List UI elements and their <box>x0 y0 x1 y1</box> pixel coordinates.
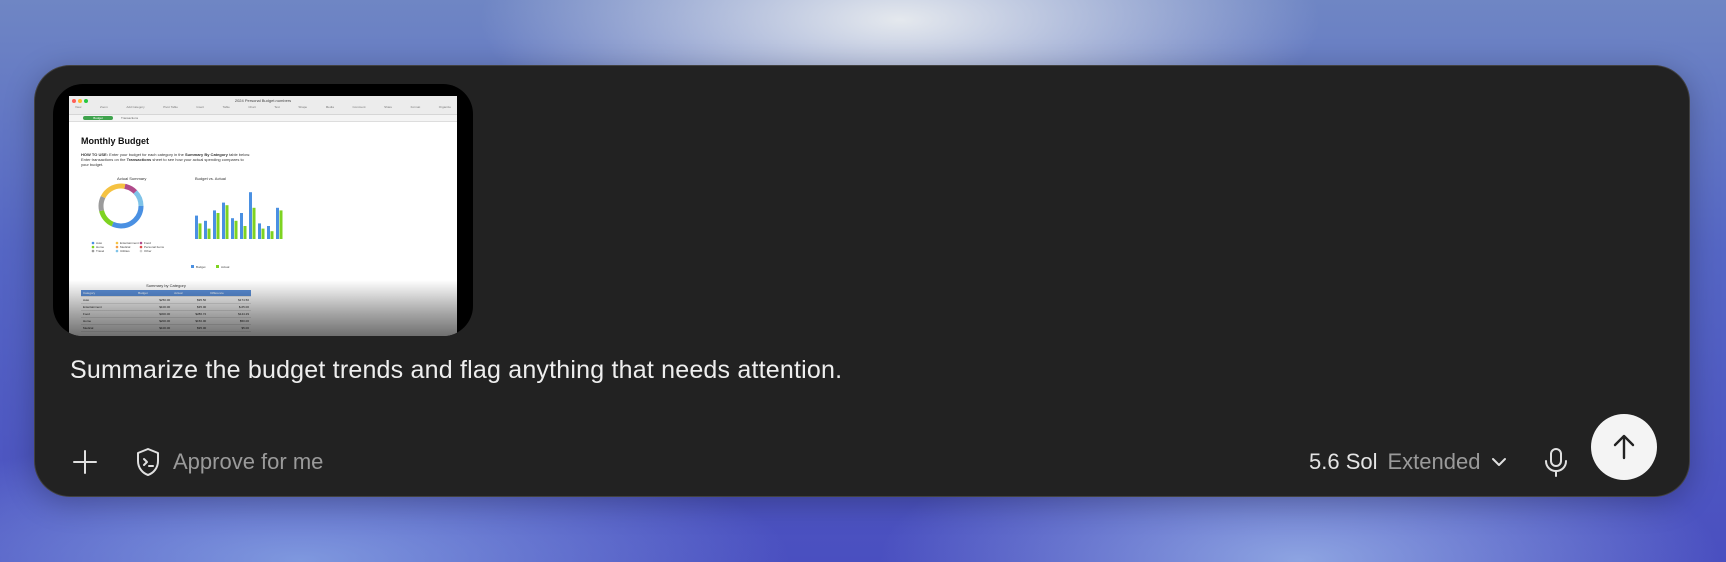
attachment-thumbnail[interactable]: 2024 Personal Budget.numbers View Zoom Add… <box>53 84 473 336</box>
actual-bar <box>252 207 256 239</box>
actual-bar <box>234 220 238 239</box>
model-mode: Extended <box>1387 449 1481 474</box>
budget-bar <box>204 220 207 239</box>
budget-bar <box>258 223 261 239</box>
model-name: 5.6 Sol <box>1309 449 1378 474</box>
microphone-button[interactable] <box>1540 446 1572 478</box>
thumbnail-fade <box>69 280 457 336</box>
actual-bar <box>207 228 211 239</box>
budget-bar <box>231 218 234 239</box>
svg-text:Budget: Budget <box>196 265 206 269</box>
actual-bar <box>279 210 283 239</box>
budget-bar <box>240 213 243 239</box>
svg-text:Utilities: Utilities <box>120 249 130 253</box>
bar-chart-title: Budget vs. Actual <box>195 176 226 181</box>
prompt-text[interactable]: Summarize the budget trends and flag any… <box>70 356 842 385</box>
actual-bar <box>261 228 265 239</box>
actual-bar <box>243 226 247 239</box>
budget-bar <box>195 215 198 239</box>
actual-bar <box>225 205 229 239</box>
budget-bar <box>213 210 216 239</box>
model-selector[interactable]: 5.6 Sol Extended <box>1309 444 1508 480</box>
composer-toolbar: Approve for me 5.6 Sol Extended <box>35 414 1689 498</box>
microphone-icon <box>1545 448 1567 477</box>
donut-chart <box>98 183 144 229</box>
actual-bar <box>270 231 274 239</box>
bar-chart <box>195 192 283 239</box>
composer: 2024 Personal Budget.numbers View Zoom Add… <box>34 65 1690 497</box>
bar-legend: Budget Actual <box>191 265 230 269</box>
svg-text:Actual: Actual <box>221 265 230 269</box>
pie-chart-title: Actual Summary <box>117 176 146 181</box>
budget-bar <box>222 202 225 239</box>
send-button[interactable] <box>1591 414 1657 480</box>
budget-bar <box>267 226 270 239</box>
arrow-up-icon <box>1613 434 1635 460</box>
approve-label: Approve for me <box>173 449 324 474</box>
budget-bar <box>276 207 279 239</box>
plus-icon <box>73 450 97 474</box>
add-button[interactable] <box>71 448 99 476</box>
svg-text:Other: Other <box>144 249 152 253</box>
budget-bar <box>249 192 252 239</box>
pie-legend: Auto Home Travel Entertainment Medical U… <box>91 241 165 253</box>
chevron-down-icon <box>1492 458 1507 466</box>
shield-terminal-icon <box>137 448 159 476</box>
spreadsheet-preview: 2024 Personal Budget.numbers View Zoom Add… <box>69 96 457 336</box>
approve-toggle[interactable]: Approve for me <box>135 444 323 480</box>
svg-text:Travel: Travel <box>96 249 105 253</box>
actual-bar <box>216 213 220 239</box>
actual-bar <box>198 223 202 239</box>
